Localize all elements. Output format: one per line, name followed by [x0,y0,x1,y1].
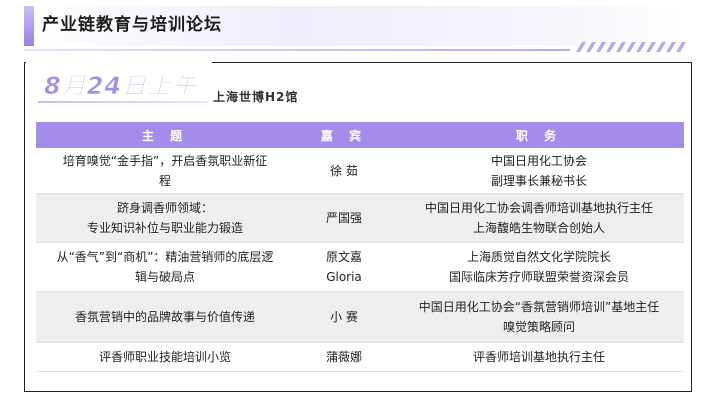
speaker-cell: 徐 茹 [294,148,394,195]
topic-cell: 评香师职业技能培训小览 [36,342,294,372]
column-header-role: 职 务 [394,122,684,148]
topic-cell: 香氛营销中的品牌故事与价值传递 [36,291,294,344]
table-row: 评香师职业技能培训小览 蒲薇娜 评香师培训基地执行主任 [36,342,684,372]
agenda-table: 主 题 嘉 宾 职 务 培育嗅觉“金手指”，开启香氛职业新征 程 徐 茹 中国日… [36,122,684,372]
table-row: 香氛营销中的品牌故事与价值传递 小 赛 中国日用化工协会“香氛营销师培训”基地主… [36,291,684,344]
role-cell: 上海质觉自然文化学院院长 国际临床芳疗师联盟荣誉资深会员 [394,242,684,293]
column-header-topic: 主 题 [36,122,294,148]
date-underline [38,101,208,103]
role-cell: 中国日用化工协会调香师培训基地执行主任 上海馥皓生物联合创始人 [394,193,684,244]
column-header-speaker: 嘉 宾 [294,122,394,148]
topic-cell: 跻身调香师领域： 专业知识补位与职业能力锻造 [36,193,294,244]
speaker-cell: 蒲薇娜 [294,342,394,372]
topic-cell: 从“香气”到“商机”：精油营销师的底层逻 辑与破局点 [36,242,294,293]
table-row: 培育嗅觉“金手指”，开启香氛职业新征 程 徐 茹 中国日用化工协会 副理事长兼秘… [36,148,684,195]
topic-cell: 培育嗅觉“金手指”，开启香氛职业新征 程 [36,148,294,195]
role-cell: 中国日用化工协会“香氛营销师培训”基地主任 嗅觉策略顾问 [394,291,684,344]
session-venue: 上海世博H2馆 [213,90,299,104]
speaker-cell: 严国强 [294,193,394,244]
table-row: 从“香气”到“商机”：精油营销师的底层逻 辑与破局点 原文嘉 Gloria 上海… [36,242,684,293]
title-underline [24,49,570,51]
title-accent-bar [24,6,34,46]
role-cell: 中国日用化工协会 副理事长兼秘书长 [394,148,684,195]
speaker-cell: 小 赛 [294,291,394,344]
speaker-cell: 原文嘉 Gloria [294,242,394,293]
session-date: 8月24日上午 [44,72,198,101]
role-cell: 评香师培训基地执行主任 [394,342,684,372]
table-row: 跻身调香师领域： 专业知识补位与职业能力锻造 严国强 中国日用化工协会调香师培训… [36,193,684,244]
table-header-row: 主 题 嘉 宾 职 务 [36,122,684,148]
decorative-stripes [576,42,686,52]
frame-gap [26,58,212,66]
page-title: 产业链教育与培训论坛 [42,15,222,35]
